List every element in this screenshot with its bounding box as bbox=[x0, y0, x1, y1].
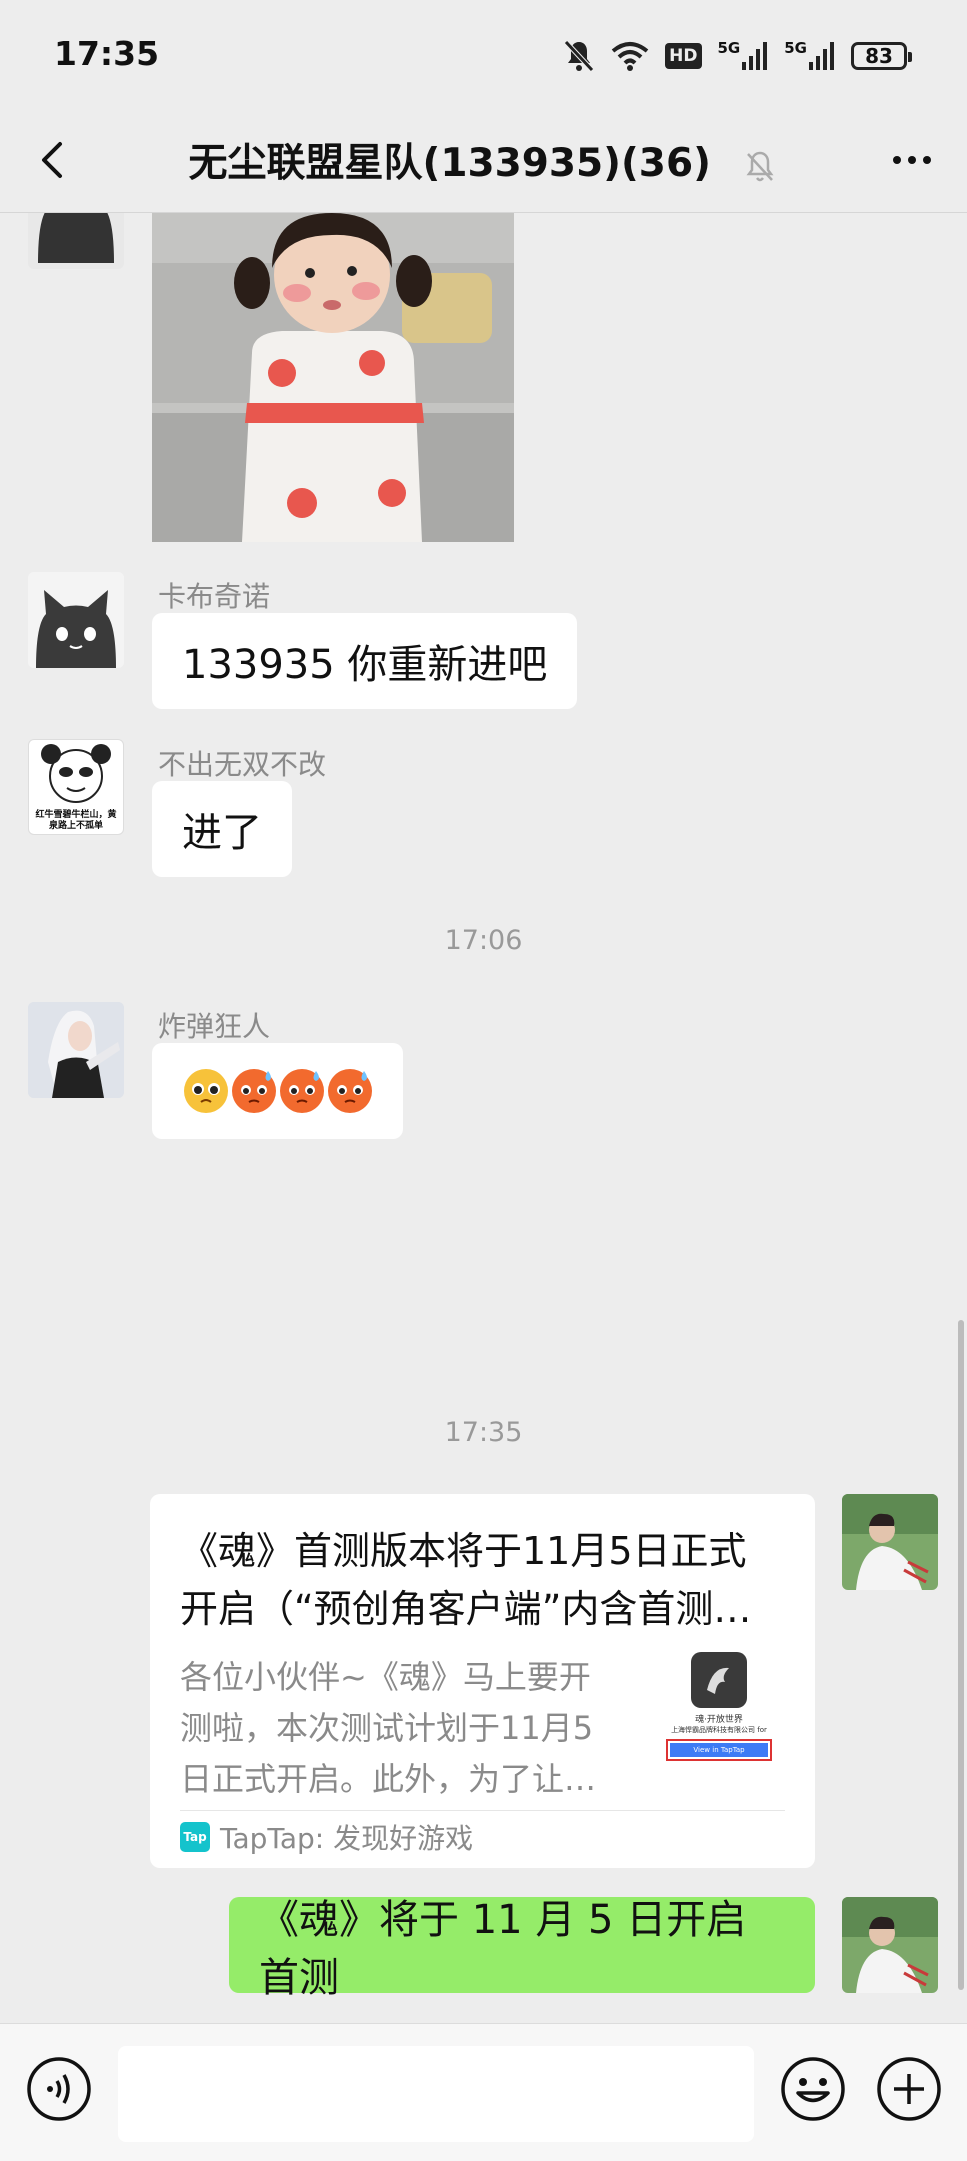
link-card-title: 《魂》首测版本将于11月5日正式 开启（“预创角客户端”内含首测… bbox=[180, 1522, 785, 1638]
message-input[interactable] bbox=[118, 2046, 754, 2142]
hd-label: HD bbox=[669, 46, 698, 66]
link-card-desc-line: 日正式开启。此外，为了让… bbox=[180, 1760, 597, 1798]
5g-signal-icon: 5G bbox=[784, 39, 835, 73]
hd-icon: HD bbox=[665, 43, 702, 69]
thumb-button: View in TapTap bbox=[666, 1739, 772, 1761]
avatar[interactable]: 红牛雪碧牛栏山，黄泉路上不孤单 bbox=[28, 739, 124, 835]
link-card-title-line: 开启（“预创角客户端”内含首测… bbox=[180, 1587, 752, 1631]
net-label: 5G bbox=[717, 39, 741, 57]
sender-name: 炸弹狂人 bbox=[158, 1010, 271, 1043]
voice-icon bbox=[27, 2057, 91, 2121]
muted-bell-icon bbox=[742, 148, 778, 184]
chat-messages[interactable]: 卡布奇诺 133935 你重新进吧 红牛雪碧牛栏山，黄泉路上不孤单 不出无双不改… bbox=[0, 213, 967, 2023]
status-bar: 17:35 HD 5G 5G 83 bbox=[0, 0, 967, 110]
status-time: 17:35 bbox=[54, 34, 160, 73]
sweat-face-emoji bbox=[230, 1067, 278, 1115]
game-logo-icon bbox=[691, 1652, 747, 1708]
sticker-image[interactable] bbox=[152, 213, 514, 542]
link-card-desc-line: 测啦，本次测试计划于11月5 bbox=[180, 1709, 594, 1747]
more-dots-icon bbox=[893, 156, 931, 164]
status-icons: HD 5G 5G 83 bbox=[563, 36, 912, 76]
link-card-title-line: 《魂》首测版本将于11月5日正式 bbox=[180, 1529, 747, 1573]
thumb-caption: 魂·开放世界 bbox=[695, 1715, 743, 1725]
cat-icon bbox=[38, 213, 114, 263]
avatar[interactable] bbox=[28, 213, 124, 269]
sweat-face-emoji bbox=[326, 1067, 374, 1115]
plus-button[interactable] bbox=[876, 2056, 942, 2122]
message-bubble[interactable]: 《魂》将于 11 月 5 日开启首测 bbox=[229, 1897, 815, 2001]
plus-icon bbox=[877, 2057, 941, 2121]
timestamp: 17:06 bbox=[444, 925, 523, 956]
chat-title-row: 无尘联盟星队(133935)(36) bbox=[0, 132, 967, 188]
cat-avatar-icon bbox=[28, 572, 124, 668]
user-photo-avatar bbox=[842, 1897, 938, 1993]
chat-scrollbar[interactable] bbox=[958, 1320, 964, 1990]
thumb-company: 上海悍霸品牌科技有限公司 for bbox=[671, 1726, 767, 1734]
sender-name: 卡布奇诺 bbox=[158, 580, 271, 613]
chat-header: 无尘联盟星队(133935)(36) bbox=[0, 110, 967, 213]
link-card[interactable]: 《魂》首测版本将于11月5日正式 开启（“预创角客户端”内含首测… 各位小伙伴~… bbox=[150, 1494, 815, 1868]
my-avatar[interactable] bbox=[842, 1897, 938, 1993]
more-button[interactable] bbox=[877, 130, 947, 190]
message-bubble[interactable]: 进了 bbox=[152, 781, 292, 877]
thumb-button-label: View in TapTap bbox=[670, 1743, 768, 1757]
sweat-face-emoji bbox=[278, 1067, 326, 1115]
my-avatar[interactable] bbox=[842, 1494, 938, 1590]
mute-bell-icon bbox=[563, 39, 595, 73]
emoji-button[interactable] bbox=[780, 2056, 846, 2122]
input-bar bbox=[0, 2023, 967, 2161]
wifi-icon bbox=[611, 39, 649, 73]
message-text: 133935 你重新进吧 bbox=[182, 642, 548, 688]
emoji-icon bbox=[781, 2057, 845, 2121]
message-text: 《魂》将于 11 月 5 日开启首测 bbox=[259, 1897, 747, 2001]
battery-icon: 83 bbox=[851, 42, 912, 70]
pleading-face-emoji bbox=[182, 1067, 230, 1115]
girl-sticker-image bbox=[152, 213, 514, 542]
user-photo-avatar bbox=[842, 1494, 938, 1590]
message-bubble[interactable] bbox=[152, 1043, 403, 1139]
link-card-thumbnail: 魂·开放世界 上海悍霸品牌科技有限公司 for View in TapTap bbox=[653, 1646, 785, 1768]
panda-meme-icon bbox=[41, 744, 111, 803]
avatar-caption: 红牛雪碧牛栏山，黄泉路上不孤单 bbox=[35, 810, 117, 831]
5g-signal-icon: 5G bbox=[718, 39, 769, 73]
avatar[interactable] bbox=[28, 572, 124, 668]
avatar[interactable] bbox=[28, 1002, 124, 1098]
message-text: 进了 bbox=[182, 810, 262, 856]
link-card-source: Tap TapTap: 发现好游戏 bbox=[180, 1810, 785, 1863]
anime-avatar-icon bbox=[28, 1002, 124, 1098]
taptap-icon: Tap bbox=[180, 1822, 210, 1852]
link-card-desc-line: 各位小伙伴~《魂》马上要开 bbox=[180, 1658, 591, 1696]
voice-button[interactable] bbox=[26, 2056, 92, 2122]
chat-title: 无尘联盟星队(133935)(36) bbox=[188, 141, 711, 186]
net-label: 5G bbox=[784, 39, 807, 57]
sender-name: 不出无双不改 bbox=[158, 748, 327, 781]
timestamp: 17:35 bbox=[444, 1417, 523, 1448]
link-card-description: 各位小伙伴~《魂》马上要开 测啦，本次测试计划于11月5 日正式开启。此外，为了… bbox=[180, 1652, 630, 1805]
battery-level: 83 bbox=[865, 44, 893, 68]
message-bubble[interactable]: 133935 你重新进吧 bbox=[152, 613, 578, 709]
link-card-source-label: TapTap: 发现好游戏 bbox=[220, 1822, 474, 1855]
